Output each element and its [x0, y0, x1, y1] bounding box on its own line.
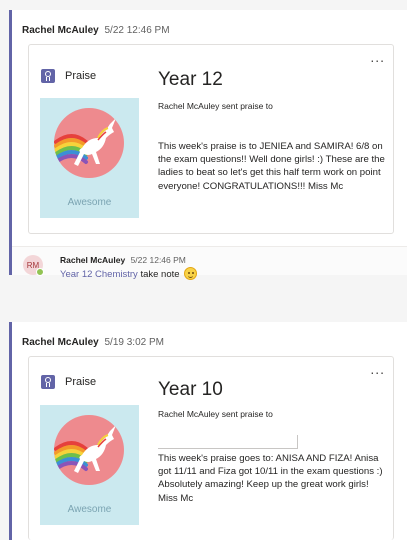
avatar[interactable]: RM: [23, 255, 44, 276]
presence-available-icon: [36, 268, 44, 276]
reply-header: Rachel McAuley 5/22 12:46 PM: [60, 255, 186, 265]
post-header: Rachel McAuley 5/19 3:02 PM: [22, 337, 164, 348]
sent-praise-line: Rachel McAuley sent praise to: [158, 409, 273, 419]
post-timestamp: 5/22 12:46 PM: [104, 25, 170, 36]
more-options-icon[interactable]: ...: [370, 49, 385, 65]
reply-author[interactable]: Rachel McAuley: [60, 255, 125, 265]
praise-card: ... Praise: [28, 44, 394, 234]
smile-emoji-icon: [184, 267, 198, 280]
post-author[interactable]: Rachel McAuley: [22, 25, 99, 36]
channel-mention[interactable]: Year 12 Chemistry: [60, 269, 138, 280]
message-post-year-12: Rachel McAuley 5/22 12:46 PM ... Praise: [9, 10, 407, 280]
unicorn-icon: [54, 108, 124, 178]
card-title: Year 12: [158, 69, 223, 90]
reply-body: Year 12 Chemistry take note: [60, 267, 198, 280]
unicorn-icon: [54, 415, 124, 485]
praise-badge-image: Awesome: [40, 405, 139, 525]
praise-badge-icon: [41, 69, 55, 83]
praise-card: ... Praise: [28, 356, 394, 540]
reply-row[interactable]: RM Rachel McAuley 5/22 12:46 PM Year 12 …: [12, 246, 407, 280]
more-options-icon[interactable]: ...: [370, 361, 385, 377]
badge-label: Awesome: [67, 504, 112, 515]
post-header: Rachel McAuley 5/22 12:46 PM: [22, 25, 170, 36]
reply-timestamp: 5/22 12:46 PM: [130, 255, 186, 265]
badge-label: Awesome: [67, 197, 112, 208]
sent-praise-line: Rachel McAuley sent praise to: [158, 101, 273, 111]
post-timestamp: 5/19 3:02 PM: [104, 337, 164, 348]
praise-tag-label: Praise: [65, 376, 97, 388]
post-author[interactable]: Rachel McAuley: [22, 337, 99, 348]
card-title: Year 10: [158, 379, 223, 400]
message-post-year-10: Rachel McAuley 5/19 3:02 PM ... Praise A…: [9, 322, 407, 540]
praise-tag: Praise: [41, 69, 96, 83]
praise-badge-icon: [41, 375, 55, 389]
praise-message: This week's praise goes to: ANISA AND FI…: [158, 453, 383, 504]
recipient-field-divider: [158, 431, 298, 449]
praise-message: This week's praise is to JENIEA and SAMI…: [158, 141, 385, 192]
praise-tag-label: Praise: [65, 70, 97, 82]
praise-tag: Praise: [41, 375, 96, 389]
reply-text: take note: [140, 269, 180, 280]
praise-badge-image: Awesome: [40, 98, 139, 218]
